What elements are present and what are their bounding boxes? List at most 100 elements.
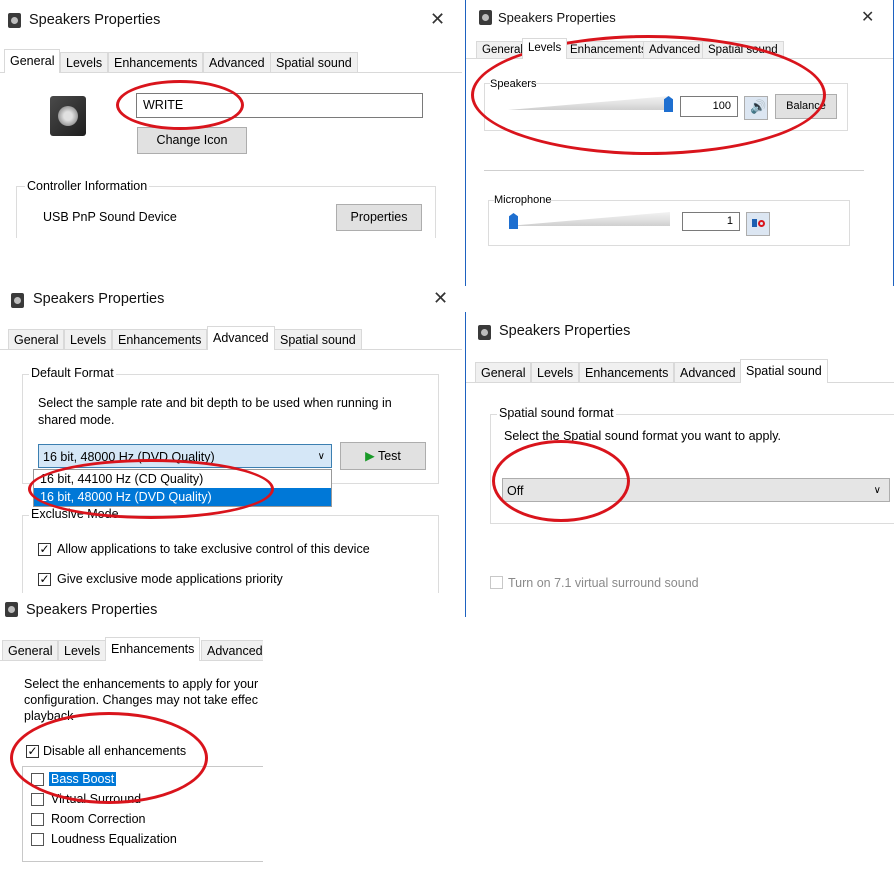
tab-general[interactable]: General [8,329,65,349]
microphone-level-field[interactable]: 1 [682,212,740,231]
allow-exclusive-label: Allow applications to take exclusive con… [57,542,370,556]
speaker-app-icon [5,602,18,617]
spatial-format-select[interactable]: Off ∨ [502,478,890,502]
tab-spatial-sound[interactable]: Spatial sound [270,52,358,72]
exclusive-mode-label: Exclusive Mode [29,507,121,521]
play-icon: ▶ [365,449,375,463]
tab-strip: General Levels Enhancements Advanced Spa… [0,49,462,73]
speaker-app-icon [11,293,24,308]
speaker-app-icon [479,10,492,25]
speakers-level-field[interactable]: 100 [680,96,738,117]
speaker-volume-icon: 🔊 [750,99,767,114]
window-title: Speakers Properties [498,10,616,25]
window-title: Speakers Properties [29,12,161,28]
tab-enhancements[interactable]: Enhancements [112,329,208,349]
test-button[interactable]: ▶ Test [340,442,426,470]
tab-enhancements[interactable]: Enhancements [105,637,201,661]
tab-general[interactable]: General [2,640,59,660]
loudness-equalization-label[interactable]: Loudness Equalization [51,832,177,846]
chevron-down-icon: ∨ [317,451,325,462]
title-bar: Speakers Properties [0,594,263,634]
format-select[interactable]: 16 bit, 48000 Hz (DVD Quality) ∨ [38,444,332,468]
tab-levels[interactable]: Levels [60,52,109,72]
speakers-mute-button[interactable]: 🔊 [744,96,768,120]
tab-levels[interactable]: Levels [522,38,568,59]
format-option-selected[interactable]: 16 bit, 48000 Hz (DVD Quality) [34,488,331,506]
tab-spatial-sound[interactable]: Spatial sound [702,41,784,58]
tab-advanced[interactable]: Advanced [201,640,263,660]
tab-advanced[interactable]: Advanced [643,41,707,58]
tab-spatial-sound[interactable]: Spatial sound [740,359,828,383]
tab-levels[interactable]: Levels [531,362,580,382]
controller-name: USB PnP Sound Device [43,210,177,224]
window-title: Speakers Properties [499,323,631,339]
device-name-field[interactable]: WRITE [136,93,423,118]
exclusive-priority-checkbox[interactable]: ✓ [38,573,51,586]
tab-strip: General Levels Enhancements Advanced [0,637,263,661]
close-icon[interactable]: ✕ [861,7,874,27]
disable-all-checkbox[interactable]: ✓ [26,745,39,758]
virtual-surround-checkbox[interactable] [31,793,44,806]
chevron-down-icon: ∨ [873,485,881,496]
description-line: configuration. Changes may not take effe… [24,693,258,707]
tab-levels[interactable]: Levels [64,329,113,349]
close-icon[interactable]: ✕ [433,288,448,309]
microphone-slider-thumb[interactable] [509,213,518,229]
change-icon-button[interactable]: Change Icon [137,127,247,154]
virtual-surround-checkbox[interactable] [490,576,503,589]
test-label: Test [377,449,401,463]
spatial-format-label: Spatial sound format [497,406,616,420]
tab-strip: General Levels Enhancements Advanced Spa… [0,326,462,350]
tab-enhancements[interactable]: Enhancements [564,41,653,58]
title-bar: Speakers Properties ✕ [0,283,462,323]
title-bar: Speakers Properties ✕ [466,0,893,40]
spatial-instruction: Select the Spatial sound format you want… [504,429,782,443]
virtual-surround-label[interactable]: Virtual Surround [51,792,141,806]
tab-enhancements[interactable]: Enhancements [108,52,204,72]
controller-group-label: Controller Information [25,179,150,193]
tab-spatial-sound[interactable]: Spatial sound [274,329,362,349]
format-options-list: 16 bit, 44100 Hz (CD Quality) 16 bit, 48… [33,469,332,507]
speakers-slider-thumb[interactable] [664,96,673,112]
tab-general[interactable]: General [476,41,529,58]
enhancements-panel: Speakers Properties General Levels Enhan… [0,594,263,864]
microphone-mute-button[interactable] [746,212,770,236]
spatial-selected-value: Off [507,484,524,498]
tab-advanced[interactable]: Advanced [203,52,271,72]
tab-levels[interactable]: Levels [58,640,107,660]
room-correction-label[interactable]: Room Correction [51,812,145,826]
close-icon[interactable]: ✕ [430,9,445,30]
title-bar: Speakers Properties [466,312,894,352]
tab-general[interactable]: General [475,362,532,382]
allow-exclusive-checkbox[interactable]: ✓ [38,543,51,556]
tab-advanced[interactable]: Advanced [674,362,742,382]
speaker-app-icon [478,325,491,340]
tab-general[interactable]: General [4,49,61,73]
microphone-label: Microphone [494,194,552,206]
tab-strip: General Levels Enhancements Advanced Spa… [466,359,894,383]
divider [484,170,864,171]
bass-boost-checkbox[interactable] [31,773,44,786]
loudness-equalization-checkbox[interactable] [31,833,44,846]
tab-advanced[interactable]: Advanced [207,326,275,350]
window-title: Speakers Properties [33,291,165,307]
advanced-panel: Speakers Properties ✕ General Levels Enh… [0,283,462,593]
format-description: Select the sample rate and bit depth to … [38,396,392,427]
properties-button[interactable]: Properties [336,204,422,231]
window-title: Speakers Properties [26,602,158,618]
enhancements-description: Select the enhancements to apply for you… [24,676,258,724]
format-option[interactable]: 16 bit, 44100 Hz (CD Quality) [34,470,331,488]
bass-boost-label[interactable]: Bass Boost [49,772,117,786]
description-line: playback [24,709,74,723]
room-correction-checkbox[interactable] [31,813,44,826]
default-format-label: Default Format [29,366,116,380]
balance-button[interactable]: Balance [775,94,837,119]
spatial-sound-panel: Speakers Properties General Levels Enhan… [465,312,894,617]
muted-speaker-icon [752,216,765,230]
speaker-device-icon [50,96,86,136]
exclusive-priority-label: Give exclusive mode applications priorit… [57,572,283,586]
tab-enhancements[interactable]: Enhancements [579,362,675,382]
tab-strip: General Levels Enhancements Advanced Spa… [466,38,893,59]
disable-all-label: Disable all enhancements [43,744,187,758]
speaker-app-icon [8,13,21,28]
